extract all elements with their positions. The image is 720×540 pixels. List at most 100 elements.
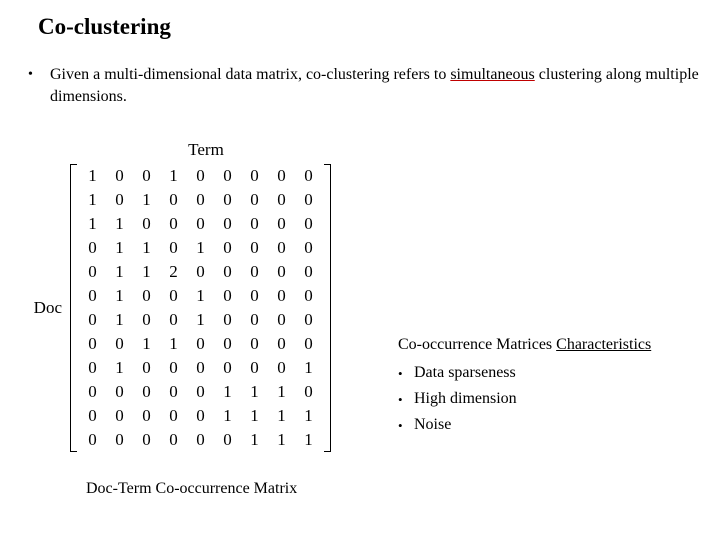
matrix-cell: 0 — [160, 188, 187, 212]
matrix-caption: Doc-Term Co-occurrence Matrix — [86, 480, 297, 498]
matrix-cell: 1 — [106, 356, 133, 380]
bullet-icon: • — [398, 390, 414, 408]
matrix-cell: 0 — [241, 260, 268, 284]
characteristics-heading-p2: Characteristics — [556, 336, 651, 353]
matrix-cell: 1 — [214, 380, 241, 404]
characteristics-box: Co-occurrence Matrices Characteristics •… — [398, 336, 651, 442]
matrix-cell: 0 — [268, 212, 295, 236]
matrix-cell: 0 — [295, 164, 322, 188]
matrix-cell: 0 — [241, 356, 268, 380]
matrix-cell: 0 — [79, 404, 106, 428]
matrix-cell: 1 — [187, 236, 214, 260]
matrix-cell: 0 — [295, 284, 322, 308]
bracket-right-icon — [322, 164, 331, 452]
matrix-cell: 0 — [160, 284, 187, 308]
matrix-row: 100100000 — [79, 164, 322, 188]
matrix-cell: 1 — [79, 188, 106, 212]
matrix-row: 000001111 — [79, 404, 322, 428]
matrix-row: 011200000 — [79, 260, 322, 284]
body-bullet: • Given a multi-dimensional data matrix,… — [28, 64, 700, 107]
matrix-cell: 1 — [187, 284, 214, 308]
matrix-cell: 1 — [187, 308, 214, 332]
matrix-cell: 0 — [268, 188, 295, 212]
characteristics-heading: Co-occurrence Matrices Characteristics — [398, 336, 651, 354]
matrix-cell: 0 — [214, 188, 241, 212]
matrix-cell: 0 — [241, 236, 268, 260]
matrix-cell: 0 — [79, 308, 106, 332]
matrix-cell: 1 — [106, 308, 133, 332]
characteristics-item-label: Noise — [414, 416, 451, 434]
matrix-cell: 0 — [106, 428, 133, 452]
matrix-cell: 0 — [214, 428, 241, 452]
matrix-cell: 0 — [241, 212, 268, 236]
matrix-cell: 0 — [79, 260, 106, 284]
matrix-cell: 0 — [160, 380, 187, 404]
matrix-cell: 0 — [133, 308, 160, 332]
matrix-cell: 0 — [133, 404, 160, 428]
matrix-cell: 0 — [160, 308, 187, 332]
matrix-cell: 0 — [79, 380, 106, 404]
matrix-cell: 0 — [79, 356, 106, 380]
matrix-cell: 0 — [295, 308, 322, 332]
matrix-cell: 1 — [268, 404, 295, 428]
matrix-cell: 1 — [268, 428, 295, 452]
matrix-cell: 0 — [160, 356, 187, 380]
matrix-cell: 0 — [187, 212, 214, 236]
matrix-cell: 0 — [214, 356, 241, 380]
matrix-cell: 0 — [160, 236, 187, 260]
matrix-cell: 1 — [160, 332, 187, 356]
matrix-cell: 1 — [133, 236, 160, 260]
characteristics-list: •Data sparseness•High dimension•Noise — [398, 364, 651, 434]
matrix-cell: 0 — [106, 404, 133, 428]
matrix-cell: 0 — [241, 188, 268, 212]
matrix-cell: 0 — [241, 308, 268, 332]
matrix-cell: 0 — [214, 212, 241, 236]
matrix-cell: 1 — [133, 332, 160, 356]
matrix-cell: 0 — [106, 332, 133, 356]
matrix-cell: 0 — [214, 284, 241, 308]
matrix-cell: 0 — [187, 380, 214, 404]
matrix-cell: 1 — [106, 236, 133, 260]
matrix-cell: 0 — [214, 164, 241, 188]
matrix-cell: 0 — [268, 308, 295, 332]
matrix-cell: 1 — [160, 164, 187, 188]
matrix-cell: 0 — [241, 164, 268, 188]
matrix-cell: 0 — [295, 380, 322, 404]
matrix-cell: 0 — [295, 332, 322, 356]
matrix-cell: 1 — [133, 260, 160, 284]
matrix-cell: 0 — [214, 308, 241, 332]
matrix-cell: 0 — [106, 380, 133, 404]
matrix-cell: 1 — [295, 428, 322, 452]
matrix-cell: 1 — [106, 284, 133, 308]
matrix-cell: 0 — [268, 332, 295, 356]
matrix-table: 1001000001010000001100000000110100000112… — [79, 164, 322, 452]
matrix-cell: 0 — [268, 260, 295, 284]
characteristics-item: •High dimension — [398, 390, 651, 408]
matrix-cell: 1 — [214, 404, 241, 428]
matrix-cell: 0 — [214, 236, 241, 260]
matrix-cell: 0 — [133, 356, 160, 380]
matrix-row: 000000111 — [79, 428, 322, 452]
matrix-cell: 1 — [295, 404, 322, 428]
body-underlined: simultaneous — [450, 66, 534, 83]
matrix-cell: 2 — [160, 260, 187, 284]
slide-title: Co-clustering — [38, 14, 700, 40]
slide: Co-clustering • Given a multi-dimensiona… — [0, 0, 720, 540]
matrix-row: 101000000 — [79, 188, 322, 212]
bullet-icon: • — [398, 364, 414, 382]
matrix-cell: 0 — [133, 284, 160, 308]
matrix-cell: 1 — [106, 260, 133, 284]
term-label: Term — [74, 140, 338, 160]
matrix-cell: 1 — [79, 212, 106, 236]
matrix-cell: 1 — [133, 188, 160, 212]
matrix-cell: 1 — [106, 212, 133, 236]
matrix-cell: 0 — [187, 188, 214, 212]
matrix-cell: 0 — [241, 284, 268, 308]
matrix-cell: 0 — [268, 236, 295, 260]
characteristics-item: •Data sparseness — [398, 364, 651, 382]
doc-label: Doc — [26, 298, 62, 318]
matrix-cell: 0 — [295, 236, 322, 260]
matrix-cell: 1 — [241, 404, 268, 428]
matrix-cell: 0 — [160, 212, 187, 236]
matrix-cell: 0 — [79, 332, 106, 356]
